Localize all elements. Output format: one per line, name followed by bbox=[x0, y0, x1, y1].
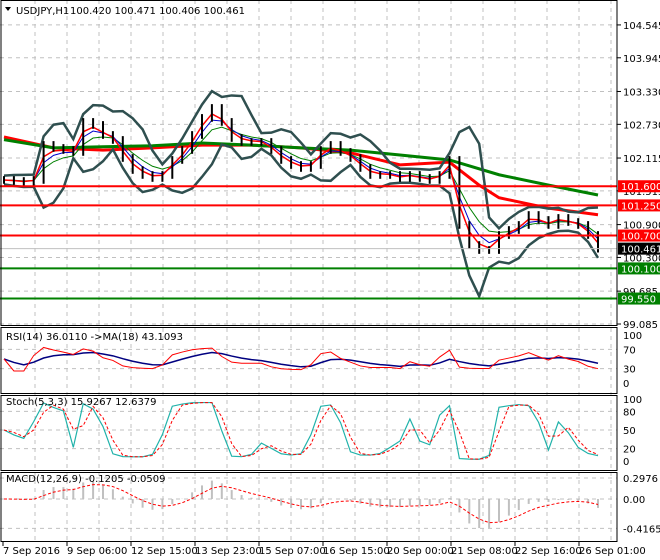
price-panel[interactable] bbox=[0, 89, 617, 300]
rsi-panel[interactable] bbox=[3, 346, 599, 372]
rsi-tick-label: 0 bbox=[623, 379, 629, 390]
stoch-tick-label: 50 bbox=[623, 426, 636, 437]
stoch-signal-line bbox=[3, 402, 599, 460]
price-tick-label: 99.085 bbox=[623, 320, 658, 331]
level-label: 100.100 bbox=[621, 264, 660, 275]
level-label: 100.700 bbox=[621, 232, 660, 243]
rsi-tick-label: 30 bbox=[623, 365, 636, 376]
bollinger-upper-band bbox=[3, 89, 599, 231]
macd-tick-label: 0.2976 bbox=[623, 474, 658, 485]
rsi-tick-label: 70 bbox=[623, 345, 636, 356]
stoch-tick-label: 100 bbox=[623, 395, 642, 406]
time-label: 9 Sep 06:00 bbox=[67, 546, 127, 557]
stochastic-panel[interactable] bbox=[3, 401, 599, 460]
stoch-tick-label: 80 bbox=[623, 407, 636, 418]
price-tick-label: 104.545 bbox=[623, 21, 660, 32]
time-label: 26 Sep 01:00 bbox=[579, 546, 646, 557]
stoch-tick-label: 20 bbox=[623, 445, 636, 456]
main-panel-border bbox=[0, 0, 618, 326]
time-label: 13 Sep 23:00 bbox=[195, 546, 262, 557]
level-label: 101.600 bbox=[621, 182, 660, 193]
trading-chart[interactable]: 104.545103.945103.330102.730102.115101.5… bbox=[0, 0, 660, 560]
rsi-label: RSI(14) 36.0110 ->MA(18) 43.1093 bbox=[6, 332, 183, 343]
macd-tick-label: 0.00 bbox=[623, 495, 645, 506]
grid bbox=[0, 0, 617, 541]
rsi-ma-line bbox=[3, 351, 599, 368]
chart-header: USDJPY,H1 100.420 100.471 100.406 100.46… bbox=[5, 6, 245, 17]
dropdown-triangle-icon[interactable] bbox=[5, 7, 11, 11]
price-tick-label: 102.115 bbox=[623, 154, 660, 165]
stoch-main-line bbox=[3, 401, 599, 460]
current-price-label: 100.461 bbox=[621, 245, 660, 256]
macd-label: MACD(12,26,9) -0.1205 -0.0509 bbox=[6, 474, 166, 485]
rsi-tick-label: 100 bbox=[623, 331, 642, 342]
price-tick-label: 103.330 bbox=[623, 87, 660, 98]
time-label: 15 Sep 07:00 bbox=[259, 546, 326, 557]
price-tick-label: 102.730 bbox=[623, 120, 660, 131]
macd-panel[interactable] bbox=[3, 480, 599, 529]
level-label: 99.550 bbox=[621, 295, 656, 306]
macd-tick-label: -0.4165 bbox=[623, 524, 660, 535]
stoch-tick-label: 0 bbox=[623, 457, 629, 468]
ohlc-values: 100.420 100.471 100.406 100.461 bbox=[70, 6, 245, 17]
time-label: 21 Sep 08:00 bbox=[451, 546, 518, 557]
time-label: 12 Sep 15:00 bbox=[131, 546, 198, 557]
time-label: 22 Sep 16:00 bbox=[515, 546, 582, 557]
stoch-label: Stoch(5,3,3) 15.9267 12.6379 bbox=[6, 397, 157, 408]
time-label: 20 Sep 00:00 bbox=[387, 546, 454, 557]
level-label: 101.250 bbox=[621, 201, 660, 212]
price-tick-label: 103.945 bbox=[623, 54, 660, 65]
time-label: 7 Sep 2016 bbox=[3, 546, 60, 557]
symbol-timeframe: USDJPY,H1 bbox=[16, 6, 69, 17]
time-label: 16 Sep 15:00 bbox=[323, 546, 390, 557]
